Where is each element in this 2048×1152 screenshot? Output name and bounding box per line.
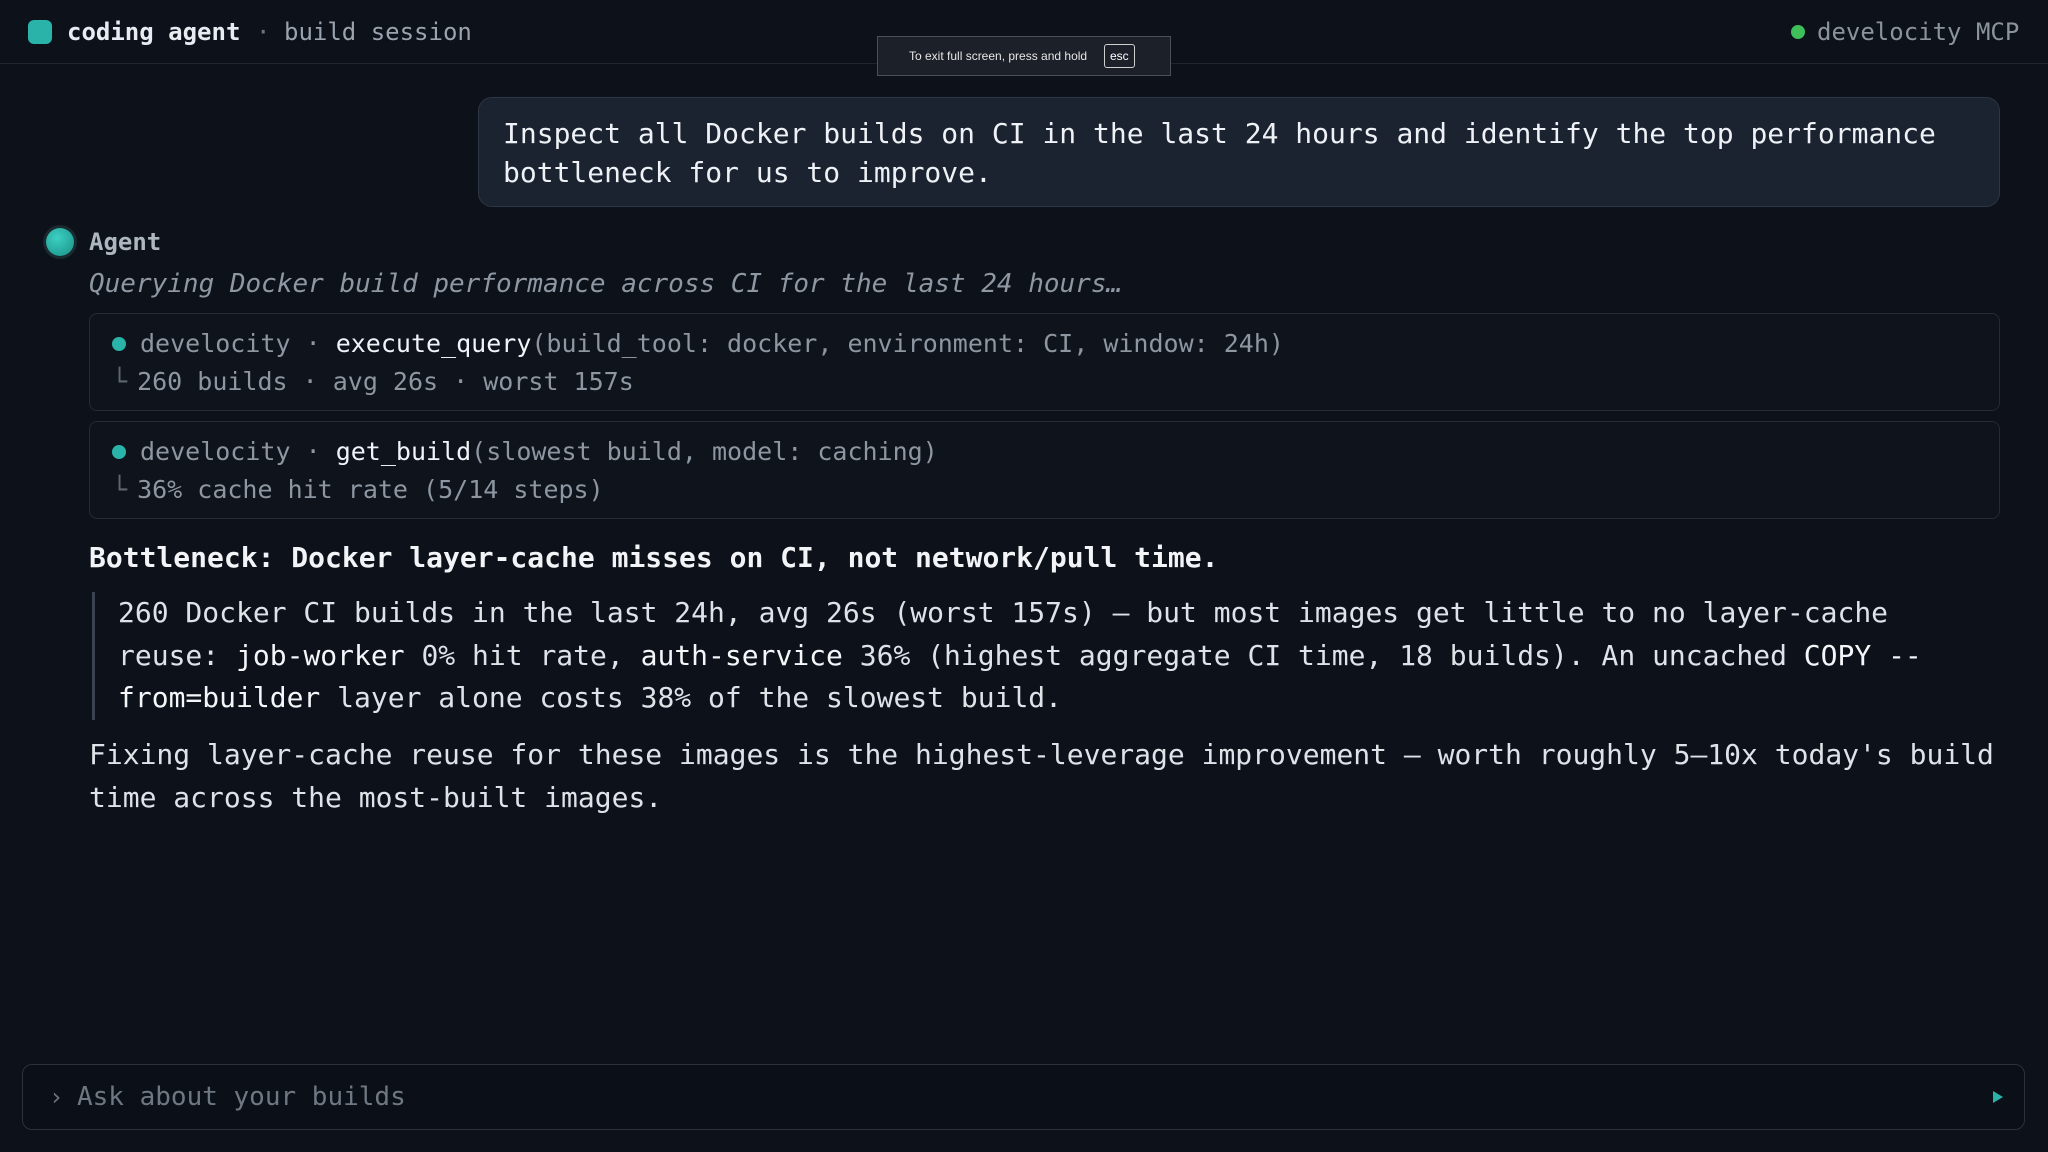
quote-text: layer alone costs 38% of the slowest bui… bbox=[320, 681, 1063, 714]
tool-call-line: develocity · get_build(slowest build, mo… bbox=[140, 434, 938, 470]
app-logo-icon bbox=[28, 20, 52, 44]
user-message: Inspect all Docker builds on CI in the l… bbox=[478, 97, 2000, 207]
tool-result-line: └ 36% cache hit rate (5/14 steps) bbox=[112, 472, 604, 508]
chat-composer: › bbox=[22, 1064, 2025, 1130]
tool-function-name: execute_query bbox=[335, 329, 532, 358]
image-name-job-worker: job-worker bbox=[236, 638, 405, 672]
tool-result: 260 builds · avg 26s · worst 157s bbox=[137, 367, 634, 396]
send-arrow-icon bbox=[1993, 1091, 2003, 1103]
tool-separator: · bbox=[305, 437, 321, 466]
prompt-chevron-icon: › bbox=[49, 1083, 64, 1111]
tree-branch-icon: └ bbox=[112, 475, 128, 504]
esc-key-hint: esc bbox=[1104, 44, 1135, 68]
tool-function-name: get_build bbox=[335, 437, 472, 466]
send-button[interactable] bbox=[1983, 1082, 2013, 1112]
fullscreen-exit-notice: To exit full screen, press and hold esc bbox=[877, 36, 1171, 76]
mcp-status-dot-icon bbox=[1791, 25, 1805, 39]
fullscreen-exit-text: To exit full screen, press and hold bbox=[909, 49, 1088, 63]
agent-avatar-icon bbox=[46, 228, 74, 256]
agent-status-text: Querying Docker build performance across… bbox=[89, 269, 1123, 299]
tool-call-get-build: develocity · get_build(slowest build, mo… bbox=[89, 421, 2000, 519]
app-title: coding agent bbox=[67, 18, 241, 46]
ask-input[interactable] bbox=[77, 1078, 1937, 1116]
quote-text: 36% (highest aggregate CI time, 18 build… bbox=[842, 638, 1804, 672]
tool-status-dot-icon bbox=[112, 445, 126, 459]
tool-server: develocity bbox=[140, 329, 291, 358]
quote-text: 0% hit rate, bbox=[404, 638, 641, 672]
title-separator: · bbox=[256, 18, 271, 46]
tool-args: (slowest build, model: caching) bbox=[471, 437, 938, 466]
image-name-auth-service: auth-service bbox=[640, 638, 843, 672]
session-label: build session bbox=[284, 18, 472, 46]
tool-status-dot-icon bbox=[112, 337, 126, 351]
tree-branch-icon: └ bbox=[112, 367, 128, 396]
answer-details-quote: 260 Docker CI builds in the last 24h, av… bbox=[92, 592, 2002, 720]
tool-call-line: develocity · execute_query(build_tool: d… bbox=[140, 326, 1284, 362]
tool-server: develocity bbox=[140, 437, 291, 466]
tool-separator: · bbox=[305, 329, 321, 358]
answer-headline: Bottleneck: Docker layer-cache misses on… bbox=[89, 541, 1219, 574]
tool-args: (build_tool: docker, environment: CI, wi… bbox=[531, 329, 1284, 358]
mcp-status-label: develocity MCP bbox=[1817, 18, 2020, 46]
agent-name: Agent bbox=[89, 228, 162, 256]
tool-result-line: └ 260 builds · avg 26s · worst 157s bbox=[112, 364, 634, 400]
answer-recommendation: Fixing layer-cache reuse for these image… bbox=[89, 738, 1994, 814]
tool-result: 36% cache hit rate (5/14 steps) bbox=[137, 475, 604, 504]
tool-call-execute-query: develocity · execute_query(build_tool: d… bbox=[89, 313, 2000, 411]
